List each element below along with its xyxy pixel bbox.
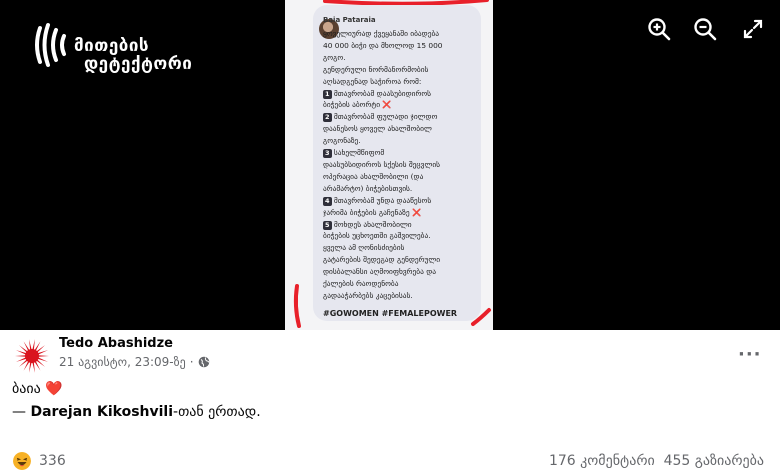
screenshot-text-line: ბიჭების აბორტი ❌	[323, 100, 392, 110]
screenshot-text-line: 1 მთავრობამ დაასუბიდიროს	[323, 88, 432, 99]
screenshot-text-line: გადააჭარბებს კაცებისას.	[323, 290, 413, 300]
red-highlight-left	[293, 284, 301, 328]
number-badge: 3	[323, 149, 332, 159]
tagged-with: — Darejan Kikoshvili-თან ერთად.	[12, 404, 261, 420]
zoom-out-icon	[694, 18, 717, 41]
sound-waves-icon	[35, 23, 66, 67]
post-stats: 176 კომენტარი 455 გაზიარება	[549, 453, 764, 469]
screenshot-text-line: გოგონაზე.	[323, 136, 361, 146]
tag-prefix: —	[12, 404, 31, 420]
logo-text-line1: მითების	[74, 36, 150, 56]
author-avatar[interactable]	[12, 336, 52, 376]
heart-icon: ❤️	[45, 381, 63, 397]
meta-separator: ·	[189, 355, 194, 369]
zoom-in-button[interactable]	[646, 16, 672, 42]
screenshot-text-line: გატარების შედეგად გენდერული	[323, 255, 441, 265]
screenshot-text-line: ჯარიმა ბიჭების გაჩენაზე ❌	[323, 207, 422, 217]
myth-detector-logo: მითების დეტექტორი	[34, 20, 214, 76]
screenshot-text-line: დაანესოს ყოველ ახალშობილ	[323, 124, 432, 134]
screenshot-text-line: 5 მოხდეს ახალშობილი	[323, 219, 412, 230]
screenshot-text-line: აღსადგენად საჭიროა რომ:	[323, 76, 422, 86]
logo-text-line2: დეტექტორი	[84, 54, 193, 74]
screenshot-text-line: 40 000 ბიჭი და მხოლოდ 15 000	[323, 40, 443, 50]
fullscreen-icon	[743, 19, 763, 39]
post-meta: 21 აგვისტო, 23:09-ზე ·	[59, 355, 210, 369]
screenshot-text-line: არამარტო) ბიჭებისთვის.	[323, 183, 413, 193]
screenshot-author-name: Baia Pataraia	[323, 16, 376, 24]
caption-text: ბაია	[12, 381, 41, 397]
post-footer: 336 176 კომენტარი 455 გაზიარება	[0, 452, 780, 474]
zoom-out-button[interactable]	[692, 16, 718, 42]
number-badge: 2	[323, 113, 332, 123]
more-options-button[interactable]: ···	[738, 344, 762, 365]
red-highlight-right	[471, 308, 491, 326]
screenshot-text-line: ოპერაცია ახალშობილი (და	[323, 171, 424, 181]
zoom-in-icon	[648, 18, 671, 41]
number-badge: 1	[323, 89, 332, 99]
screenshot-text-line: ყოველიურად ქვეყანაში იბადება	[323, 29, 440, 38]
number-badge: 4	[323, 196, 332, 206]
post-author-name[interactable]: Tedo Abashidze	[59, 336, 173, 351]
post-caption: ბაია ❤️	[12, 381, 63, 397]
screenshot-hashtags: #GOWOMEN #FEMALEPOWER	[323, 309, 458, 318]
comments-count[interactable]: 176 კომენტარი	[549, 453, 655, 469]
screenshot-text-line: ყველა ამ ღონისძიების	[323, 243, 405, 253]
post-timestamp[interactable]: 21 აგვისტო, 23:09-ზე	[59, 355, 186, 369]
screenshot-text-line: ქალების რაოდენობა	[323, 279, 399, 289]
screenshot-text-line: გოგო.	[323, 52, 346, 62]
reaction-count[interactable]: 336	[39, 453, 66, 469]
haha-icon[interactable]	[13, 452, 31, 470]
screenshot-text-line: 2 მთავრობამ ფულადი ჯილდო	[323, 112, 438, 123]
globe-icon	[198, 356, 210, 368]
screenshot-text-line: დაასუბსიდიროს სქესის შეცვლის	[323, 159, 441, 169]
screenshot-post-text: ყოველიურად ქვეყანაში იბადება 40 000 ბიჭი …	[323, 28, 479, 302]
post-screenshot-image: Baia Pataraia ყოველიურად ქვეყანაში იბადე…	[285, 0, 493, 330]
screenshot-text-line: ბიჭების უცხოეთში გაშვილება.	[323, 231, 431, 241]
tag-suffix: -თან ერთად.	[173, 404, 261, 420]
screenshot-text-line: 3 სახელმწიფომ	[323, 148, 385, 159]
screenshot-text-line: გენდერული ნორმანორმობის	[323, 64, 429, 74]
photo-viewer: მითების დეტექტორი Baia Pataraia ყოველიურ…	[0, 0, 780, 330]
shares-count[interactable]: 455 გაზიარება	[664, 453, 764, 469]
screenshot-text-line: დისბალანსი აღმოიფხვრება და	[323, 267, 436, 277]
fullscreen-button[interactable]	[740, 16, 766, 42]
screenshot-text-line: 4 მთავრობამ უნდა დააწესოს	[323, 195, 432, 206]
tagged-user-link[interactable]: Darejan Kikoshvili	[30, 404, 173, 420]
number-badge: 5	[323, 220, 332, 230]
